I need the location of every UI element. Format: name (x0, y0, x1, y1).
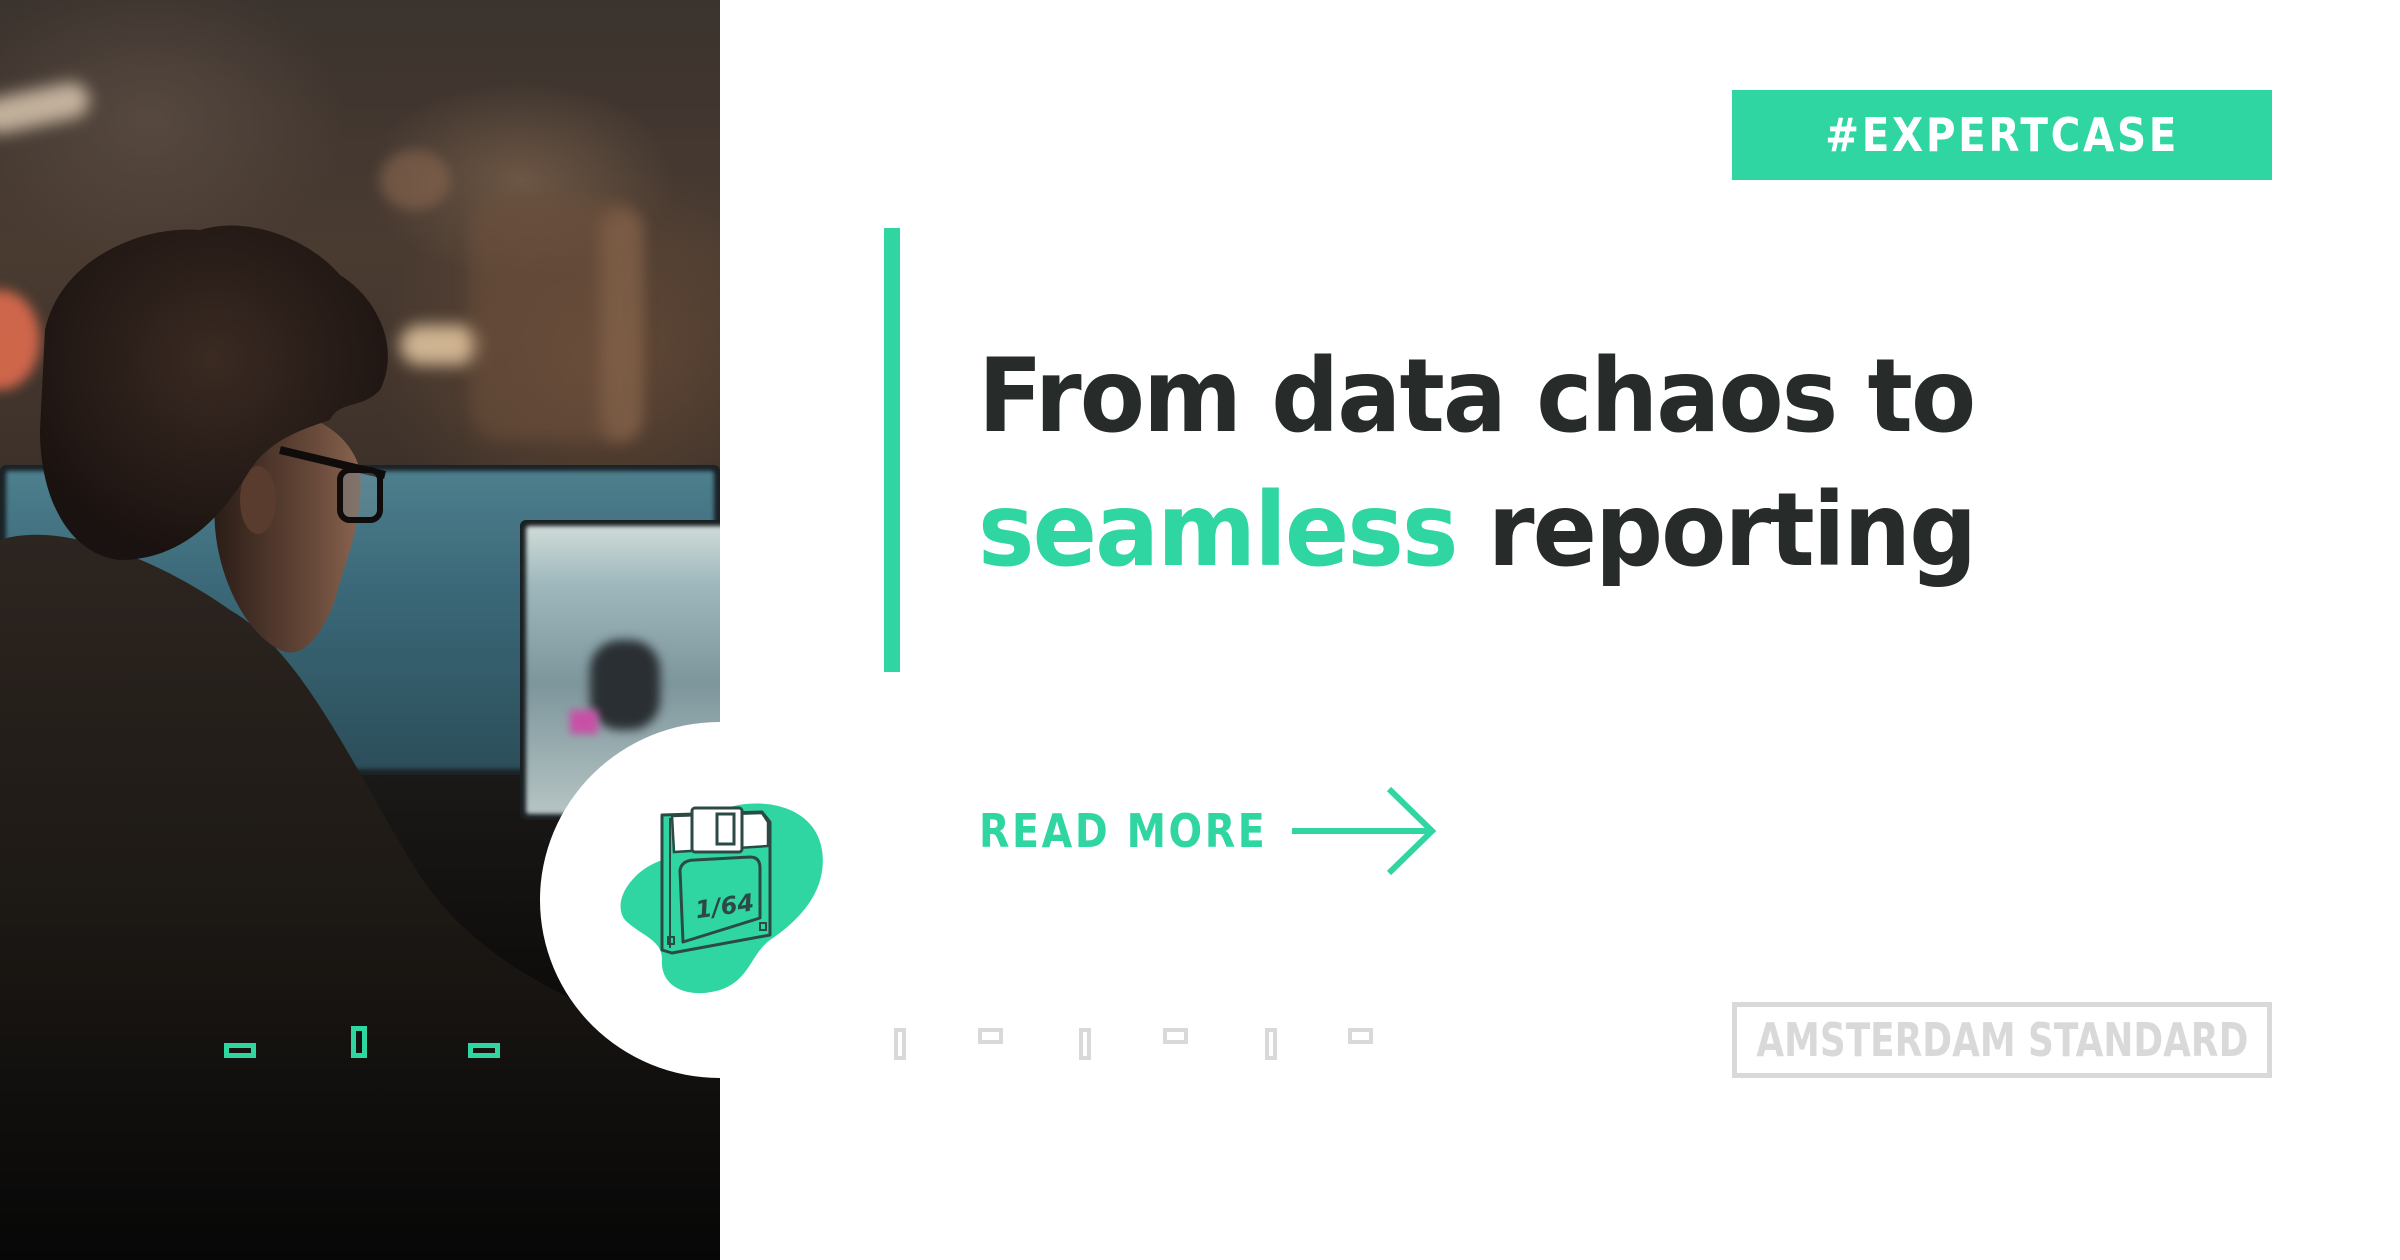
arrow-right-icon (1292, 786, 1437, 876)
headline-line-2: seamless reporting (978, 464, 1977, 598)
read-more-label: READ MORE (979, 804, 1268, 858)
hero-photo (0, 0, 720, 1260)
decorative-mark (468, 1043, 500, 1058)
category-tag-label: #EXPERTCASE (1825, 108, 2179, 162)
decorative-mark (1163, 1028, 1188, 1044)
headline-line-1: From data chaos to (978, 337, 1976, 456)
brand-logo: AMSTERDAM STANDARD (1732, 1002, 2272, 1078)
decorative-mark (1265, 1028, 1277, 1060)
accent-bar (884, 228, 900, 672)
person-silhouette (0, 225, 720, 1260)
decorative-mark (978, 1028, 1003, 1044)
decorative-mark (351, 1026, 367, 1058)
floppy-disk-icon: 1/64 (620, 803, 823, 994)
decorative-mark (894, 1028, 906, 1060)
decorative-mark (1079, 1028, 1091, 1060)
headline-line-2-rest: reporting (1456, 471, 1977, 590)
headline-highlight: seamless (978, 471, 1458, 590)
brand-logo-text: AMSTERDAM STANDARD (1756, 1013, 2248, 1067)
headline: From data chaos to seamless reporting (978, 330, 2050, 598)
decorative-mark (224, 1043, 256, 1058)
decorative-mark (1348, 1028, 1373, 1044)
category-tag: #EXPERTCASE (1732, 90, 2272, 180)
read-more-link[interactable]: READ MORE (979, 786, 1442, 876)
